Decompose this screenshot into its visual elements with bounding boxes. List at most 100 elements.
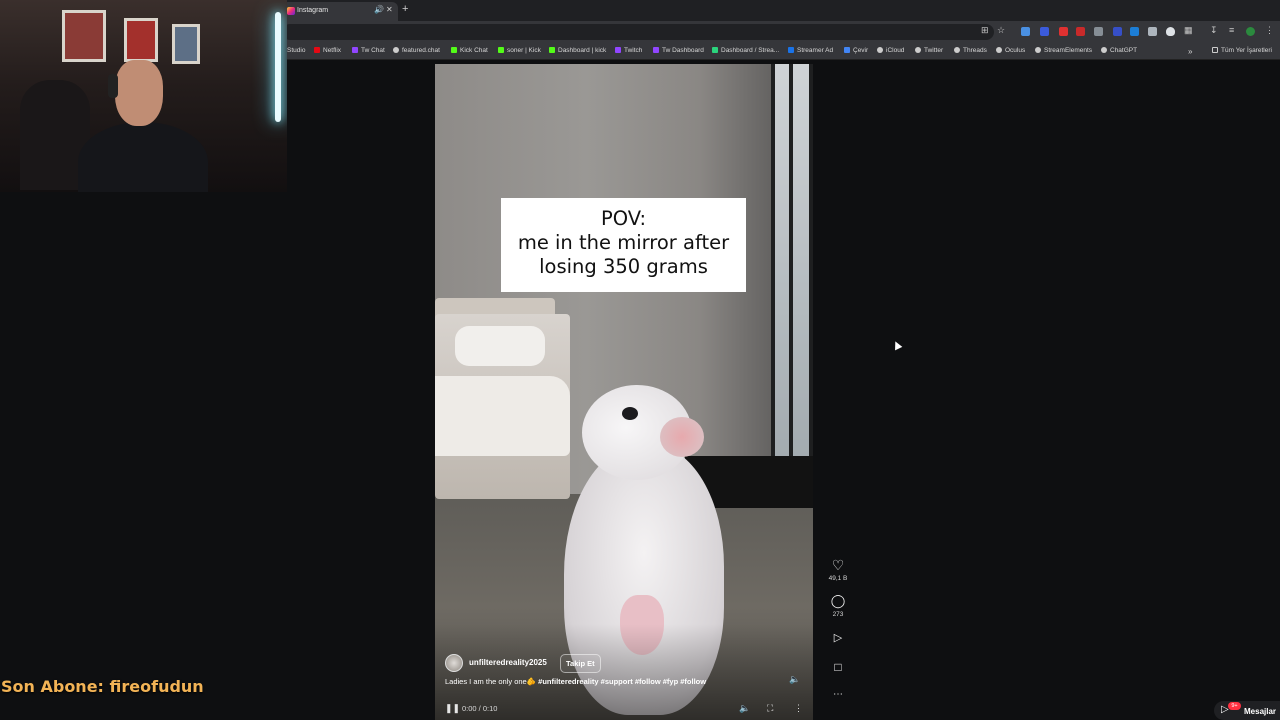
video-caption: POV: me in the mirror after losing 350 g… bbox=[501, 198, 746, 292]
caption-line: me in the mirror after bbox=[517, 231, 730, 254]
description-text: Ladies I am the only one🫵 bbox=[445, 677, 539, 686]
extension-icon[interactable] bbox=[1148, 27, 1157, 36]
extension-icon[interactable] bbox=[1059, 27, 1068, 36]
heart-icon[interactable]: ♡ bbox=[829, 557, 847, 574]
netflix-icon bbox=[314, 47, 320, 53]
globe-icon bbox=[915, 47, 921, 53]
messages-button[interactable]: ▷ 9+ Mesajlar bbox=[1214, 701, 1280, 720]
globe-icon bbox=[1101, 47, 1107, 53]
shield-extension-icon[interactable] bbox=[1166, 27, 1175, 36]
bookmark-item[interactable]: Dashboard / Strea... bbox=[712, 47, 779, 54]
globe-icon bbox=[996, 47, 1002, 53]
twitch-icon bbox=[653, 47, 659, 53]
bookmark-item[interactable]: ChatGPT bbox=[1101, 47, 1137, 54]
video-blanket bbox=[435, 376, 570, 456]
cloud-icon bbox=[877, 47, 883, 53]
extension-icon[interactable] bbox=[1040, 27, 1049, 36]
bookmark-item[interactable]: Oculus bbox=[996, 47, 1025, 54]
bookmark-item[interactable]: Studio bbox=[287, 47, 305, 54]
instagram-favicon-icon bbox=[287, 7, 295, 15]
bookmark-item[interactable]: Tw Dashboard bbox=[653, 47, 704, 54]
reel-video[interactable]: POV: me in the mirror after losing 350 g… bbox=[435, 64, 813, 720]
kick-icon bbox=[451, 47, 457, 53]
media-control-icon[interactable]: ≡ bbox=[1229, 25, 1234, 35]
bookmark-item[interactable]: Streamer Ad bbox=[788, 47, 833, 54]
comment-icon[interactable]: ◯ bbox=[829, 593, 847, 609]
profile-avatar-icon[interactable] bbox=[1246, 27, 1255, 36]
playback-time: 0:00 / 0:10 bbox=[462, 704, 498, 713]
avatar[interactable] bbox=[445, 654, 463, 672]
bookmark-item[interactable]: Netflix bbox=[314, 47, 341, 54]
extensions-puzzle-icon[interactable]: ▦ bbox=[1184, 25, 1193, 36]
translate-icon bbox=[844, 47, 850, 53]
tab-title: Instagram bbox=[297, 7, 329, 14]
translate-extension-icon[interactable] bbox=[1130, 27, 1139, 36]
bookmark-item[interactable]: Dashboard | kick bbox=[549, 47, 606, 54]
extension-icon[interactable] bbox=[1076, 27, 1085, 36]
bookmark-item[interactable]: iCloud bbox=[877, 47, 904, 54]
messages-label: Mesajlar bbox=[1244, 707, 1277, 716]
more-options-icon[interactable]: ⋮ bbox=[794, 703, 803, 714]
wall-frame bbox=[172, 24, 200, 64]
speaker-icon[interactable]: 🔊 bbox=[374, 5, 384, 14]
share-icon[interactable]: ▷ bbox=[829, 631, 847, 644]
fullscreen-icon[interactable]: ⛶ bbox=[767, 703, 773, 714]
twitch-icon bbox=[615, 47, 621, 53]
bookmark-item[interactable]: Kick Chat bbox=[451, 47, 488, 54]
screen: Instagram 🔊 ✕ + ⊞ ☆ ▦ ↧ ≡ ⋮ Studio Netfl… bbox=[0, 0, 1280, 720]
bookmark-item[interactable]: Çevir bbox=[844, 47, 868, 54]
description-hashtags[interactable]: #unfilteredreality #support #follow #fyp… bbox=[538, 677, 706, 686]
browser-menu-icon[interactable]: ⋮ bbox=[1265, 25, 1274, 36]
extension-icon[interactable] bbox=[1113, 27, 1122, 36]
wall-frame bbox=[62, 10, 106, 62]
like-count: 49,1 B bbox=[828, 575, 848, 582]
close-tab-icon[interactable]: ✕ bbox=[386, 5, 393, 14]
follow-button[interactable]: Takip Et bbox=[560, 654, 601, 673]
reel-description[interactable]: Ladies I am the only one🫵 #unfilteredrea… bbox=[445, 677, 706, 686]
extension-icon[interactable] bbox=[1094, 27, 1103, 36]
globe-icon bbox=[1035, 47, 1041, 53]
bookmark-icon[interactable]: □ bbox=[829, 660, 847, 674]
username-link[interactable]: unfilteredreality2025 bbox=[469, 658, 547, 667]
streamer-face bbox=[115, 60, 163, 126]
unread-badge: 9+ bbox=[1228, 702, 1241, 710]
streamlabs-icon bbox=[712, 47, 718, 53]
globe-icon bbox=[393, 47, 399, 53]
ad-icon bbox=[788, 47, 794, 53]
volume-icon[interactable]: 🔈 bbox=[789, 674, 800, 685]
kick-icon bbox=[498, 47, 504, 53]
more-icon[interactable]: ⋯ bbox=[829, 689, 847, 700]
bookmark-item[interactable]: Twitter bbox=[915, 47, 943, 54]
bookmark-item[interactable]: Twitch bbox=[615, 47, 642, 54]
caption-line: losing 350 grams bbox=[539, 255, 708, 278]
streamer-body bbox=[78, 122, 208, 192]
last-subscriber-overlay: Son Abone: fireofudun bbox=[1, 677, 204, 696]
wall-frame bbox=[124, 18, 158, 62]
bookmark-item[interactable]: StreamElements bbox=[1035, 47, 1092, 54]
video-controls: ❚❚ 0:00 / 0:10 🔈 ⛶ ⋮ bbox=[435, 700, 813, 720]
new-tab-button[interactable]: + bbox=[402, 3, 408, 15]
bookmark-item[interactable]: featured.chat bbox=[393, 47, 440, 54]
all-bookmarks-folder[interactable]: Tüm Yer İşaretleri bbox=[1212, 47, 1272, 54]
folder-icon bbox=[1212, 47, 1218, 53]
download-icon[interactable]: ↧ bbox=[1210, 25, 1218, 36]
install-app-icon[interactable]: ⊞ bbox=[981, 25, 989, 36]
bookmark-item[interactable]: soner | Kick bbox=[498, 47, 541, 54]
tab-instagram[interactable]: Instagram 🔊 ✕ bbox=[282, 2, 398, 21]
more-bookmarks-chevron-icon[interactable]: » bbox=[1188, 47, 1192, 56]
webcam-overlay bbox=[0, 0, 287, 192]
extension-icon[interactable] bbox=[1021, 27, 1030, 36]
address-bar[interactable] bbox=[282, 24, 994, 40]
neon-light bbox=[275, 12, 281, 122]
twitch-icon bbox=[352, 47, 358, 53]
bookmark-star-icon[interactable]: ☆ bbox=[997, 25, 1005, 36]
volume-icon[interactable]: 🔈 bbox=[739, 703, 750, 714]
video-pillow bbox=[455, 326, 545, 366]
bookmark-item[interactable]: Tw Chat bbox=[352, 47, 385, 54]
bookmark-item[interactable]: Threads bbox=[954, 47, 987, 54]
pause-icon[interactable]: ❚❚ bbox=[445, 703, 460, 714]
mouse-cursor-icon bbox=[891, 339, 903, 351]
kick-icon bbox=[549, 47, 555, 53]
globe-icon bbox=[954, 47, 960, 53]
comment-count: 273 bbox=[832, 611, 844, 618]
